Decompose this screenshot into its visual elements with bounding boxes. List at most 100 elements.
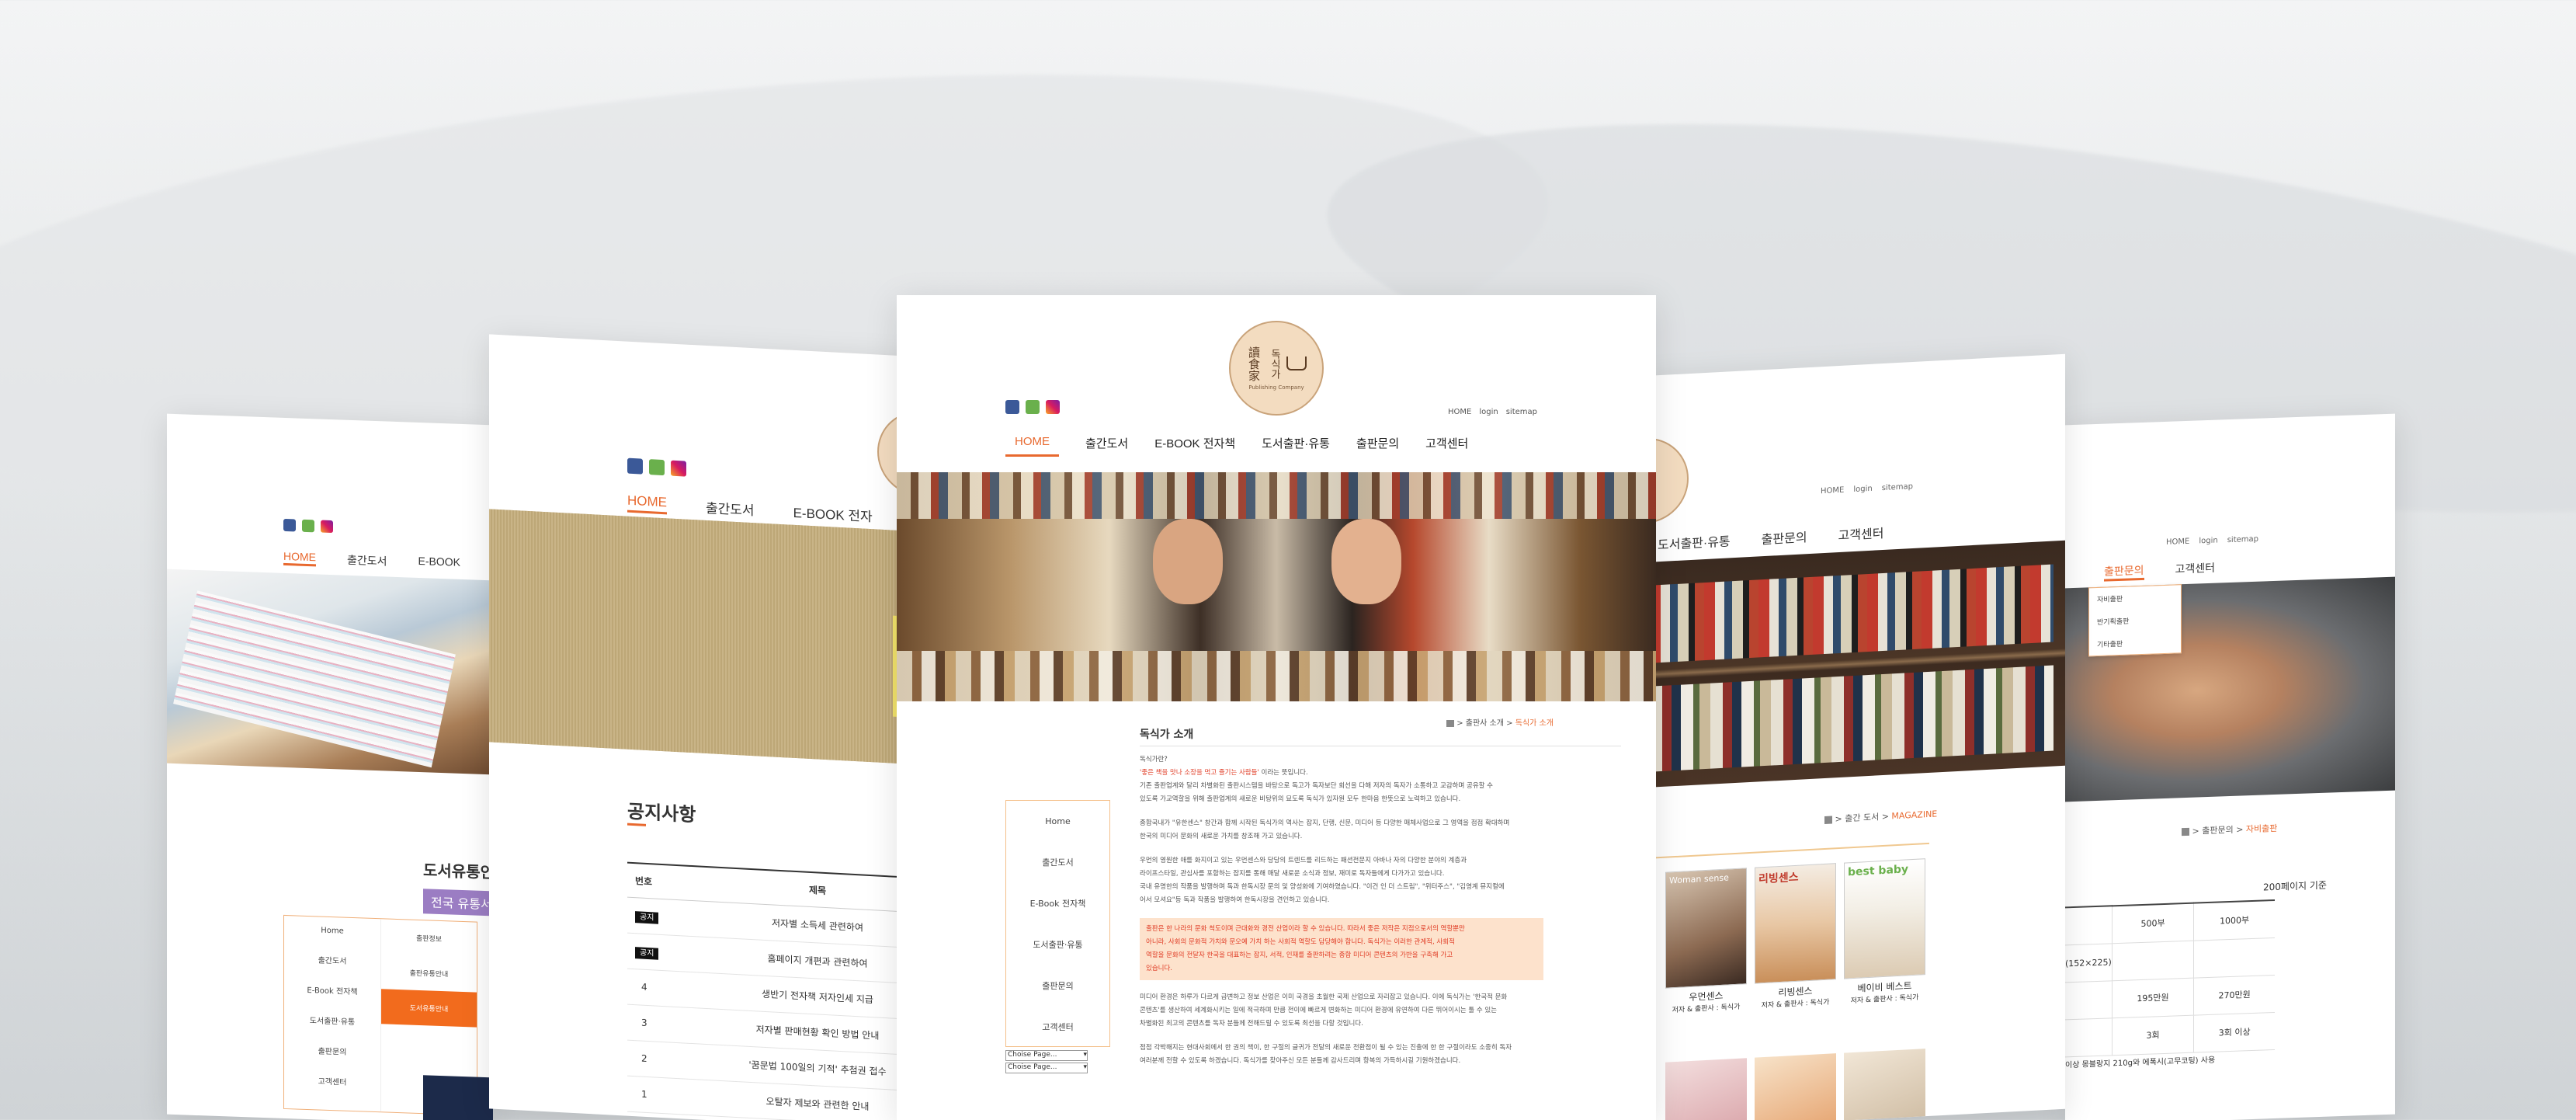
top-link-home[interactable]: HOME: [2166, 537, 2189, 547]
side-menu-item[interactable]: 출판문의: [1006, 965, 1109, 1007]
social-icons: [627, 457, 686, 477]
social-icons: [283, 518, 333, 534]
facebook-icon[interactable]: [627, 457, 643, 475]
nav-inquiry[interactable]: 출판문의: [1762, 527, 1807, 548]
nav-distribution[interactable]: 도서출판·유통: [1262, 435, 1330, 457]
nav-inquiry[interactable]: 출판문의: [1356, 435, 1399, 457]
nav-ebook[interactable]: E-BOOK: [418, 555, 460, 572]
intro-quote-tail: 이라는 뜻입니다.: [1258, 769, 1308, 777]
screenshot-card-1: HOME 출간도서 E-BOOK 도서유통안 전국 유통서 Home 출간도서 …: [167, 413, 493, 1120]
screenshot-card-main: 讀食家 독식가 Publishing Company HOME login si…: [897, 295, 1656, 1120]
site-logo[interactable]: 讀食家 독식가 Publishing Company: [1229, 321, 1324, 416]
sub-menu-item-active[interactable]: 도서유통안내: [381, 989, 477, 1028]
nav-ebook[interactable]: E-BOOK 전자책: [1154, 435, 1235, 457]
book-cover[interactable]: 리빙센스: [1755, 863, 1836, 984]
hero-bookshelf-photo: [1642, 540, 2065, 788]
book-item[interactable]: best baby 베이비 베스트 저자 & 출판사 : 독식가: [1844, 858, 1925, 1006]
book-item[interactable]: Woman sense 우먼센스 저자 & 출판사 : 독식가: [1665, 868, 1747, 1015]
breadcrumb-current: 독식가 소개: [1515, 719, 1554, 728]
books-row: [1650, 564, 2054, 663]
nav-customer-center[interactable]: 고객센터: [2175, 560, 2216, 579]
breadcrumb-parent[interactable]: 출간 도서: [1845, 812, 1879, 823]
row-number: 1: [641, 1088, 647, 1100]
nav-home[interactable]: HOME: [1005, 435, 1059, 457]
intro-quote: '좋은 책을 맛나 소장을 먹고 즐기는 사람들': [1140, 769, 1259, 777]
kakao-icon[interactable]: [302, 519, 314, 533]
intro-greeting: 독식가란?: [1140, 756, 1168, 763]
nav-publish[interactable]: 출간도서: [1085, 435, 1128, 457]
page-select[interactable]: Choise Page... ▾: [1005, 1050, 1088, 1061]
screenshot-card-5: HOME login sitemap 출판문의 고객센터 자비출판 반기획출판 …: [2065, 413, 2395, 1120]
nav-home[interactable]: HOME: [627, 492, 667, 515]
person-face: [1153, 519, 1223, 604]
top-link-sitemap[interactable]: sitemap: [2227, 535, 2258, 544]
table-cell: 3회 이상: [2193, 1011, 2275, 1052]
instagram-icon[interactable]: [321, 520, 333, 534]
page-title: 독식가 소개: [1140, 729, 1194, 741]
dropdown-item[interactable]: 기타출판: [2089, 630, 2181, 656]
side-menu-item[interactable]: 출간도서: [284, 943, 380, 976]
price-table: 500부 1000부 (152×225) 195만원 270만원 3회 3회 이…: [2065, 899, 2275, 1057]
notice-table: 번호 제목 공지 저자별 소득세 관련하여 공지 홈페이지 개편과 관련하여 4…: [627, 862, 924, 1120]
top-link-login[interactable]: login: [1853, 485, 1872, 494]
nav-distribution[interactable]: 도서출판·유통: [1658, 530, 1731, 553]
sub-menu-item[interactable]: 출판정보: [381, 919, 477, 957]
side-menu-item[interactable]: 도서출판·유통: [284, 1003, 380, 1037]
facebook-icon[interactable]: [1005, 400, 1019, 414]
top-link-login[interactable]: login: [2199, 537, 2217, 546]
main-nav: 도서출판·유통 출판문의 고객센터: [1658, 523, 1883, 553]
side-menu-item[interactable]: 출간도서: [1006, 842, 1109, 883]
side-menu-item[interactable]: E-Book 전자책: [1006, 883, 1109, 924]
dropdown-item[interactable]: 반기획출판: [2089, 607, 2181, 633]
side-menu-item[interactable]: 출판문의: [284, 1034, 380, 1067]
table-cell: 195만원: [2112, 977, 2194, 1018]
book-cover[interactable]: [1755, 1053, 1836, 1120]
nav-inquiry[interactable]: 출판문의: [2104, 562, 2144, 582]
breadcrumb-current: 자비출판: [2245, 823, 2278, 835]
book-cover[interactable]: best baby: [1844, 858, 1925, 979]
breadcrumb-parent[interactable]: 출판문의: [2202, 825, 2233, 836]
book-item[interactable]: 리빙센스 리빙센스 저자 & 출판사 : 독식가: [1755, 863, 1836, 1010]
page-select[interactable]: Choise Page... ▾: [1005, 1063, 1088, 1073]
nav-ebook[interactable]: E-BOOK 전자: [793, 502, 873, 525]
table-cell: [2193, 937, 2275, 978]
top-link-home[interactable]: HOME: [1448, 408, 1471, 416]
kakao-icon[interactable]: [649, 459, 665, 476]
home-icon[interactable]: [1824, 816, 1832, 824]
side-menu-item[interactable]: E-Book 전자책: [284, 973, 380, 1007]
side-menu-item[interactable]: Home: [284, 916, 380, 946]
top-link-sitemap[interactable]: sitemap: [1882, 482, 1913, 492]
home-icon[interactable]: [1446, 719, 1454, 727]
sub-menu-item[interactable]: 출판유통안내: [381, 954, 477, 992]
book-cover[interactable]: [1665, 1058, 1747, 1120]
book-cover[interactable]: [1844, 1049, 1925, 1120]
side-menu-item[interactable]: Home: [1006, 801, 1109, 842]
side-menu-item[interactable]: 고객센터: [1006, 1007, 1109, 1048]
instagram-icon[interactable]: [671, 460, 686, 477]
book-cover[interactable]: Woman sense: [1665, 868, 1747, 989]
highlight-box: 출판은 한 나라의 문화 척도이며 근대화와 경전 산업이라 할 수 있습니다.…: [1140, 918, 1543, 980]
side-menu-item[interactable]: 도서출판·유통: [1006, 924, 1109, 965]
instagram-icon[interactable]: [1046, 400, 1060, 414]
top-link-login[interactable]: login: [1479, 408, 1498, 416]
breadcrumb-parent[interactable]: 출판사 소개: [1466, 719, 1504, 728]
top-link-sitemap[interactable]: sitemap: [1506, 408, 1537, 416]
side-menu-item[interactable]: 고객센터: [284, 1064, 380, 1097]
intro-paragraph: 미디어 환경은 하루가 다르게 급변하고 정보 산업은 이미 국경을 초월한 국…: [1140, 993, 1508, 1028]
table-cell: [2065, 906, 2112, 944]
nav-customer-center[interactable]: 고객센터: [1838, 523, 1884, 544]
side-menu: Home 출간도서 E-Book 전자책 도서출판·유통 출판문의 고객센터: [1005, 800, 1110, 1047]
nav-publish[interactable]: 출간도서: [347, 552, 387, 569]
top-links: HOME login sitemap: [2166, 535, 2258, 547]
nav-customer-center[interactable]: 고객센터: [1425, 435, 1468, 457]
chevron-down-icon: ▾: [1083, 1051, 1087, 1059]
top-link-home[interactable]: HOME: [1821, 486, 1844, 496]
kakao-icon[interactable]: [1026, 400, 1040, 414]
row-number: 2: [641, 1052, 647, 1064]
nav-home[interactable]: HOME: [283, 549, 316, 567]
table-cell: [2112, 940, 2194, 981]
nav-publish[interactable]: 출간도서: [706, 497, 755, 519]
dropdown-item[interactable]: 자비출판: [2089, 585, 2181, 610]
facebook-icon[interactable]: [283, 518, 296, 532]
home-icon[interactable]: [2182, 827, 2189, 837]
